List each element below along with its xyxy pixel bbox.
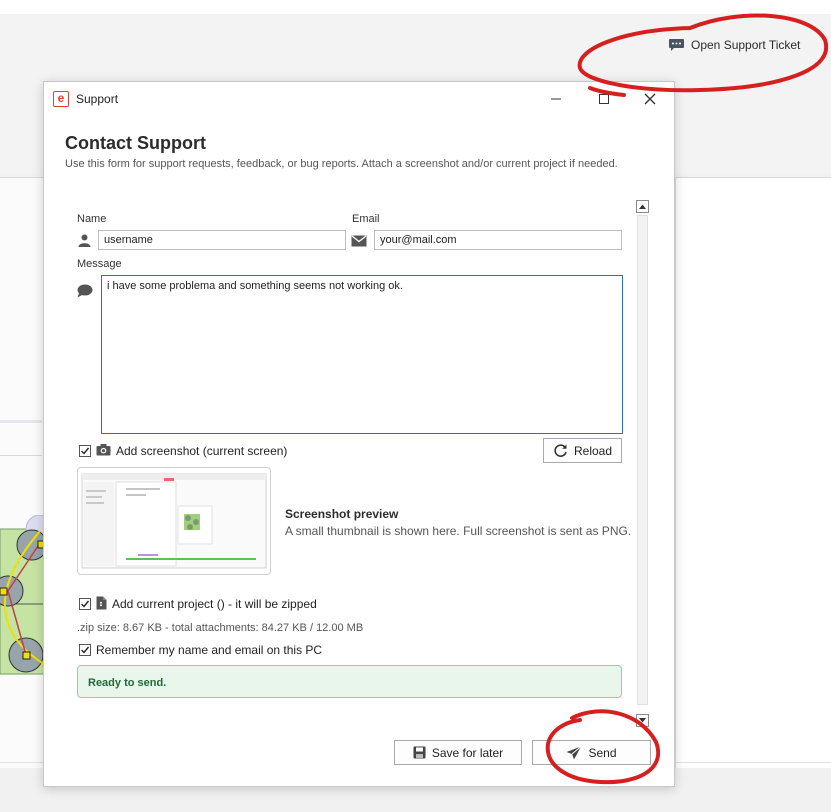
message-label: Message: [77, 258, 122, 270]
checkmark-icon: [81, 447, 90, 455]
email-field[interactable]: [374, 230, 622, 250]
app-divider: [0, 420, 42, 423]
mail-icon: [351, 235, 367, 247]
dialog-titlebar[interactable]: e Support: [44, 82, 674, 116]
close-icon[interactable]: [638, 88, 662, 110]
chat-ticket-icon: [669, 39, 684, 51]
send-icon: [566, 745, 582, 759]
message-field[interactable]: i have some problema and something seems…: [101, 275, 623, 434]
scrollbar-thumb[interactable]: [637, 215, 648, 705]
file-zip-icon: [96, 596, 107, 610]
canvas-diagram: [0, 515, 45, 675]
app-divider: [0, 455, 42, 456]
status-message: Ready to send.: [77, 665, 622, 698]
dialog-description: Use this form for support requests, feed…: [65, 158, 618, 170]
dialog-heading: Contact Support: [65, 133, 206, 153]
add-screenshot-label: Add screenshot (current screen): [116, 444, 288, 458]
add-project-label: Add current project () - it will be zipp…: [112, 597, 317, 611]
add-project-checkbox[interactable]: [79, 598, 91, 610]
dialog-title: Support: [76, 92, 119, 106]
save-icon: [413, 746, 426, 759]
app-right-panel: [675, 177, 831, 768]
send-label: Send: [588, 745, 617, 760]
open-support-ticket-button[interactable]: Open Support Ticket: [668, 36, 800, 54]
reload-button[interactable]: Reload: [543, 438, 622, 463]
remember-me-label: Remember my name and email on this PC: [96, 643, 323, 657]
scroll-up-button[interactable]: [636, 200, 649, 213]
maximize-icon[interactable]: [592, 88, 616, 110]
name-field[interactable]: [98, 230, 346, 250]
user-icon: [78, 234, 91, 247]
minimize-icon[interactable]: [544, 88, 568, 110]
name-label: Name: [77, 213, 107, 225]
checkmark-icon: [81, 600, 90, 608]
screenshot-thumbnail: [77, 467, 271, 575]
screenshot-preview-image: [81, 473, 267, 569]
add-screenshot-checkbox[interactable]: [79, 445, 91, 457]
email-label: Email: [352, 213, 380, 225]
remember-me-checkbox[interactable]: [79, 644, 91, 656]
screenshot-preview-description: A small thumbnail is shown here. Full sc…: [285, 524, 632, 538]
scroll-down-button[interactable]: [636, 714, 649, 727]
camera-icon: [96, 444, 111, 456]
reload-label: Reload: [573, 443, 613, 458]
comment-icon: [77, 284, 93, 298]
arrow-up-icon: [639, 204, 646, 209]
app-logo-icon: e: [53, 91, 69, 107]
open-support-ticket-label: Open Support Ticket: [691, 38, 801, 52]
zip-size-info: .zip size: 8.67 KB - total attachments: …: [77, 622, 364, 634]
reload-icon: [554, 444, 567, 457]
send-button[interactable]: Send: [532, 740, 651, 765]
support-dialog: e Support Contact Support Use this form …: [43, 81, 675, 787]
save-for-later-button[interactable]: Save for later: [394, 740, 522, 765]
arrow-down-icon: [639, 718, 646, 723]
app-top-strip: [0, 0, 831, 14]
checkmark-icon: [81, 646, 90, 654]
screenshot-preview-title: Screenshot preview: [285, 507, 399, 521]
save-for-later-label: Save for later: [431, 745, 504, 760]
